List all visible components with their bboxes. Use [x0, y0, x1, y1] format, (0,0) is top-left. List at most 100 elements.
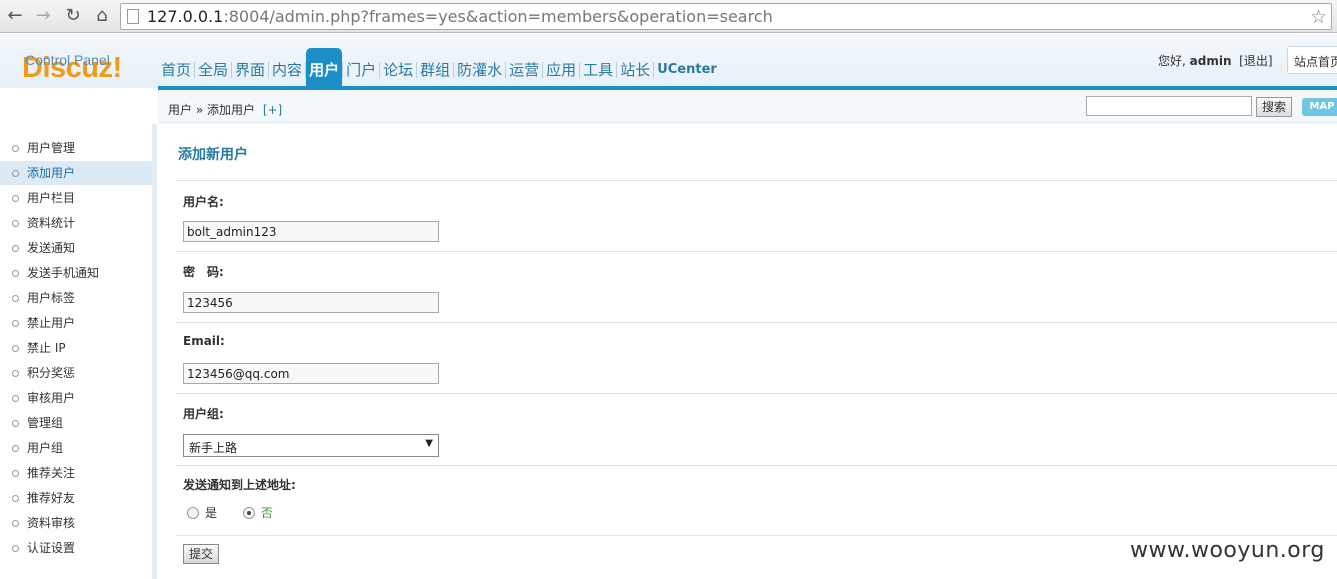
url-text: 127.0.0.1:8004/admin.php?frames=yes&acti… — [147, 7, 773, 26]
sidebar-item-label: 积分奖惩 — [27, 366, 76, 380]
sidebar-item-label: 推荐关注 — [27, 466, 76, 480]
notify-radio-group: 是 否 — [187, 504, 295, 521]
sidebar-item[interactable]: 推荐关注 — [0, 461, 152, 485]
nav-tab[interactable]: 首页 — [158, 48, 194, 88]
sidebar-item[interactable]: 发送手机通知 — [0, 261, 152, 285]
browser-toolbar: ← → ↻ ⌂ 127.0.0.1:8004/admin.php?frames=… — [0, 0, 1337, 33]
nav-tab[interactable]: 论坛 — [380, 48, 416, 88]
back-arrow-icon[interactable]: ← — [4, 5, 26, 27]
sidebar-item[interactable]: 发送通知 — [0, 236, 152, 260]
url-host: 127.0.0.1 — [147, 7, 224, 26]
sidebar-item[interactable]: 添加用户 — [0, 161, 152, 185]
logout-link[interactable]: [退出] — [1239, 54, 1272, 68]
bullet-icon — [12, 195, 19, 202]
bullet-icon — [12, 395, 19, 402]
sidebar-item[interactable]: 禁止 IP — [0, 336, 152, 360]
sidebar-item-label: 用户组 — [27, 441, 64, 455]
sidebar-item[interactable]: 用户栏目 — [0, 186, 152, 210]
username-field[interactable]: bolt_admin123 — [183, 221, 439, 242]
sidebar-item-label: 资料审核 — [27, 516, 76, 530]
nav-tab[interactable]: 用户 — [306, 48, 343, 88]
add-shortcut-link[interactable]: [+] — [263, 103, 282, 117]
nav-tab[interactable]: UCenter — [654, 48, 720, 88]
usergroup-selected: 新手上路 — [189, 441, 238, 455]
sidebar-item-label: 用户管理 — [27, 141, 76, 155]
sidebar-item-label: 认证设置 — [27, 541, 76, 555]
page-title: 添加新用户 — [178, 147, 248, 163]
bullet-icon — [12, 420, 19, 427]
sidebar-item[interactable]: 用户管理 — [0, 136, 152, 160]
sidebar-item-label: 用户栏目 — [27, 191, 76, 205]
top-navigation: 首页 全局 界面 内容 用户 门户 论坛 群组 防灌水 运营 应用 工具 站长 UCenter — [158, 48, 720, 88]
dropdown-arrow-icon: ▼ — [425, 438, 433, 449]
nav-tab[interactable]: 防灌水 — [454, 48, 505, 88]
search-button[interactable]: 搜索 — [1256, 97, 1292, 117]
sidebar-item[interactable]: 资料审核 — [0, 511, 152, 535]
sidebar-item[interactable]: 用户组 — [0, 436, 152, 460]
bookmark-star-icon[interactable]: ☆ — [1310, 6, 1327, 28]
nav-tab[interactable]: 工具 — [580, 48, 616, 88]
breadcrumb-text: 用户 » 添加用户 — [168, 103, 255, 117]
breadcrumb: 用户 » 添加用户 [+] — [168, 101, 282, 118]
nav-tab[interactable]: 站长 — [617, 48, 653, 88]
greeting-text: 您好, — [1158, 54, 1186, 68]
forward-arrow-icon[interactable]: → — [32, 5, 54, 27]
control-panel-label: Control Panel — [25, 52, 110, 68]
sidebar-item[interactable]: 积分奖惩 — [0, 361, 152, 385]
address-bar[interactable]: 127.0.0.1:8004/admin.php?frames=yes&acti… — [120, 3, 1332, 30]
divider — [176, 393, 1337, 394]
map-button[interactable]: MAP — [1302, 98, 1337, 116]
notify-yes-radio[interactable] — [187, 506, 199, 519]
divider — [176, 251, 1337, 252]
sidebar-item-label: 推荐好友 — [27, 491, 76, 505]
sidebar-item-label: 禁止 IP — [27, 341, 66, 355]
nav-tab[interactable]: 全局 — [195, 48, 231, 88]
submit-button[interactable]: 提交 — [183, 544, 219, 564]
nav-tab[interactable]: 内容 — [269, 48, 305, 88]
sidebar-item-label: 发送手机通知 — [27, 266, 100, 280]
password-field[interactable]: 123456 — [183, 292, 439, 313]
bullet-icon — [12, 170, 19, 177]
nav-tab[interactable]: 运营 — [506, 48, 542, 88]
reload-icon[interactable]: ↻ — [62, 5, 84, 27]
notify-label: 发送通知到上述地址: — [183, 478, 296, 492]
usergroup-label: 用户组: — [183, 407, 224, 421]
sidebar-item[interactable]: 审核用户 — [0, 386, 152, 410]
site-home-button[interactable]: 站点首页 — [1287, 46, 1337, 74]
sidebar-item[interactable]: 用户标签 — [0, 286, 152, 310]
sidebar-item-label: 审核用户 — [27, 391, 76, 405]
bullet-icon — [12, 520, 19, 527]
bullet-icon — [12, 445, 19, 452]
bullet-icon — [12, 345, 19, 352]
bullet-icon — [12, 220, 19, 227]
notify-no-radio[interactable] — [242, 506, 255, 519]
sidebar-item-label: 添加用户 — [27, 166, 76, 180]
sidebar-item[interactable]: 资料统计 — [0, 211, 152, 235]
email-label: Email: — [183, 334, 225, 348]
admin-search-input[interactable] — [1086, 96, 1252, 116]
sidebar-item[interactable]: 推荐好友 — [0, 486, 152, 510]
home-icon[interactable]: ⌂ — [91, 5, 113, 27]
sidebar-item-label: 资料统计 — [27, 216, 76, 230]
nav-tab[interactable]: 群组 — [417, 48, 453, 88]
bullet-icon — [12, 145, 19, 152]
nav-tab[interactable]: 界面 — [232, 48, 268, 88]
user-info: 您好, admin [退出] — [1158, 52, 1273, 69]
divider — [176, 465, 1337, 466]
email-field[interactable]: 123456@qq.com — [183, 363, 439, 384]
watermark-text: www.wooyun.org — [1130, 538, 1325, 563]
nav-tab[interactable]: 门户 — [343, 48, 379, 88]
sidebar-item[interactable]: 禁止用户 — [0, 311, 152, 335]
sidebar-item-label: 用户标签 — [27, 291, 76, 305]
sidebar-item[interactable]: 认证设置 — [0, 536, 152, 560]
bullet-icon — [12, 495, 19, 502]
usergroup-select[interactable]: 新手上路 ▼ — [183, 434, 439, 457]
notify-no-label[interactable]: 否 — [261, 506, 273, 520]
sidebar-item[interactable]: 管理组 — [0, 411, 152, 435]
notify-yes-label[interactable]: 是 — [205, 506, 217, 520]
nav-tab[interactable]: 应用 — [543, 48, 579, 88]
page-icon — [127, 9, 139, 24]
url-path: :8004/admin.php?frames=yes&action=member… — [223, 7, 773, 26]
divider — [176, 180, 1337, 181]
main-content: 添加新用户 用户名: bolt_admin123 密 码: 123456 Ema… — [162, 124, 1337, 579]
